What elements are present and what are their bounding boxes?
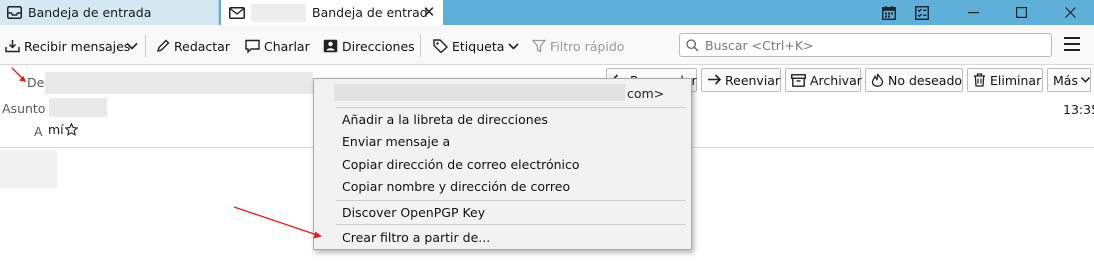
annotation-arrows xyxy=(11,67,322,239)
annotation-arrow-filter xyxy=(233,206,322,239)
annotation-arrow-from xyxy=(11,67,26,82)
